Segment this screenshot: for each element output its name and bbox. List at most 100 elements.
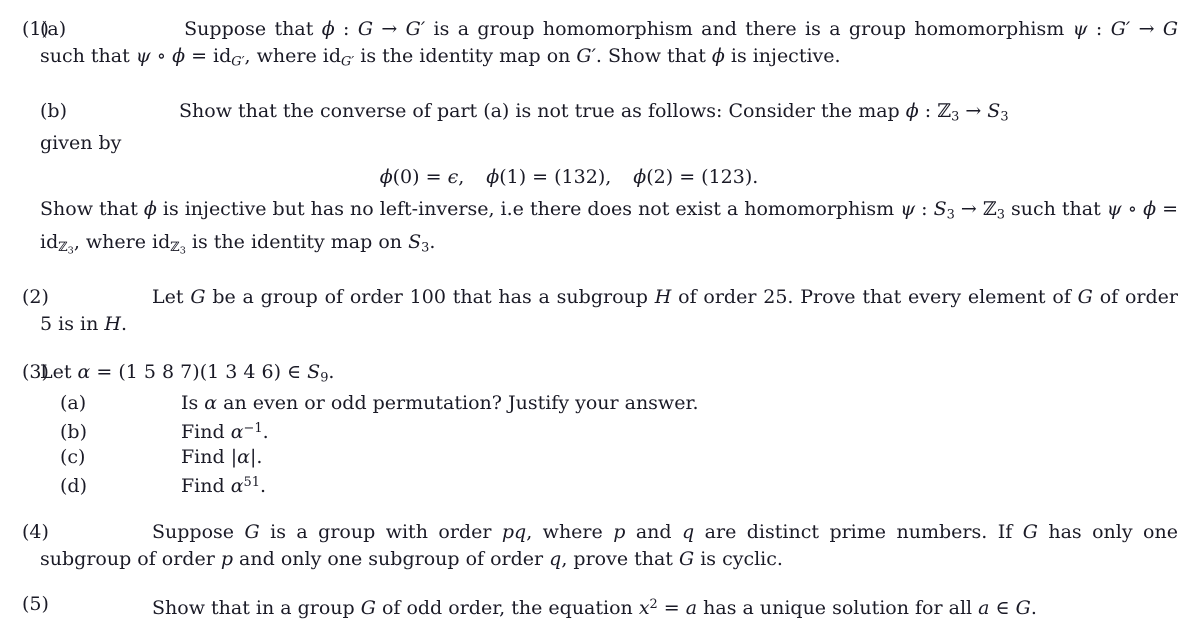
epsilon-identity: ϵ [447,166,459,189]
problem-1b-label: (b) [40,99,67,122]
p1b-run-2: Show that [40,198,144,221]
identity-map-z3-2-subscript: ℤ3 [170,240,186,256]
integers-mod-3-2-subscript: 3 [996,207,1005,223]
order-pq: pq [501,521,527,544]
alpha-symbol-3: α [237,446,250,469]
eq-term-3-equals: = [673,166,702,189]
group-G-prime: G′ [405,18,426,40]
problem-3c-text: Find |α|. [181,445,1178,470]
psi-symbol: ψ [1072,18,1088,40]
alpha-symbol-2: α [230,421,244,444]
p3-membership: ∈ [281,360,308,383]
p1a-run-4: , where [244,45,323,67]
group-G-prime-2: G′ [1110,18,1131,40]
p1a-run-3: such that [40,45,136,67]
problem-5-number: (5) [22,593,49,616]
problem-3-body: Let α = (1 5 8 7)(1 3 4 6) ∈ S9. (a) Is … [40,359,1200,499]
identity-map-2-subscript: G′ [341,54,355,70]
problem-3-number: (3) [22,360,49,383]
p3c-run-1: Find | [181,446,238,469]
problem-4-text: Suppose G is a group with order pq, wher… [40,519,1178,573]
equals-sign: = [185,45,214,67]
identity-map: id [213,45,232,67]
problem-1b-continuation: Show that ϕ is injective but has no left… [40,196,1178,265]
group-G-2: G [1015,596,1031,619]
variable-x: x [638,596,650,619]
phi-symbol-4: ϕ [143,198,157,221]
p3b-run-1: Find [181,421,231,444]
eq-term-3-period: . [752,166,759,189]
problem-5: (5) Show that in a group G of odd order,… [0,591,1200,622]
problem-1b-display-equation: ϕ(0) = ϵ, ϕ(1) = (132), ϕ(2) = (123). [40,164,1178,191]
phi-symbol-3: ϕ [711,45,725,67]
problem-1-number: (1) [22,18,49,40]
phi-symbol-3: ϕ [633,166,647,189]
compose-operator: ∘ [150,45,173,67]
identity-map-z3: id [40,230,59,253]
psi-symbol-2: ψ [1106,198,1122,221]
eq-term-3-value: (123) [701,166,753,189]
problem-3d-label: (d) [60,475,87,498]
problem-3d-text: Find α51. [181,470,1178,499]
problem-3b-text: Find α−1. [181,416,1178,445]
group-G-2: G [1077,285,1093,308]
problem-4-body: Suppose G is a group with order pq, wher… [40,519,1200,573]
prime-q-2: q [549,548,562,571]
eq-term-2-comma: , [605,166,612,189]
symmetric-group-3: S [987,99,1001,122]
eq-term-1-arg: (0) [392,166,420,189]
z-glyph: ℤ [58,240,68,256]
equals-sign-2: = [1156,198,1178,221]
problem-4: (4) Suppose G is a group with order pq, … [0,519,1200,573]
p1b-run-4: such [1004,198,1056,221]
p3d-run-2: . [259,475,267,498]
identity-map-z3-2: id [152,230,171,253]
p1b-arrow: → [959,99,988,122]
alpha-power-exponent: 51 [243,475,260,491]
group-G-2: G [1022,521,1038,544]
p1b-run-3: is injective but has no left-inverse, i.… [156,198,901,221]
p1a-colon: : [334,18,358,40]
p1b-period: . [429,230,436,253]
psi-symbol: ψ [900,198,916,221]
p2-run-1: Let [152,285,191,308]
problem-1-body: (a) Suppose that ϕ : G → G′ is a group ho… [40,16,1200,265]
p4-run-1: Suppose [152,521,245,544]
p1b-arrow-2: → [954,198,983,221]
problem-2-body: Let G be a group of order 100 that has a… [40,284,1200,338]
p3a-run-2: an even or odd permutation? Justify your… [217,392,699,415]
problem-3b: (b) Find α−1. [40,416,1178,445]
p5-run-2: of odd order, the equation [375,596,639,619]
integers-mod-3-2: ℤ [982,198,997,221]
p1a-run-6: . Show that [595,45,712,67]
problem-3a: (a) Is α an even or odd permutation? Jus… [40,391,1178,416]
identity-map-2: id [322,45,341,67]
problem-3-stem: Let α = (1 5 8 7)(1 3 4 6) ∈ S9. [40,359,1178,392]
problem-3a-label: (a) [60,392,87,415]
p5-equals: = [657,596,686,619]
symmetric-group-9: S [307,360,321,383]
permutation-cycles: (1 5 8 7)(1 3 4 6) [118,360,281,383]
p3-equals: = [90,360,119,383]
p1b-run-7: is the identity map on [185,230,409,253]
eq-term-2-equals: = [526,166,555,189]
problem-1: (1) (a) Suppose that ϕ : G → G′ is a grou… [0,16,1200,265]
p1a-run-1: Suppose that [184,18,322,40]
p2-run-2: be a group of order 100 that has a subgr… [205,285,655,308]
problem-2-text: Let G be a group of order 100 that has a… [40,284,1178,338]
group-G-prime-3: G′ [576,45,596,67]
p3d-run-1: Find [181,475,231,498]
p5-run-3: has a unique solution for all [697,596,979,619]
problem-3c-label: (c) [60,446,86,469]
p1b-run-6: , where [73,230,153,253]
phi-symbol-2: ϕ [172,45,186,67]
symmetric-group-3-subscript: 3 [1000,109,1009,125]
alpha-symbol-4: α [230,475,244,498]
p2-run-3: of order 25. Prove that every element of [671,285,1078,308]
p3b-run-2: . [262,421,269,444]
problem-3: (3) Let α = (1 5 8 7)(1 3 4 6) ∈ S9. (a)… [0,359,1200,499]
group-G: G [360,596,376,619]
group-G: G [190,285,206,308]
subgroup-H-2: H [104,312,121,335]
problem-set-page: (1) (a) Suppose that ϕ : G → G′ is a grou… [0,0,1200,624]
